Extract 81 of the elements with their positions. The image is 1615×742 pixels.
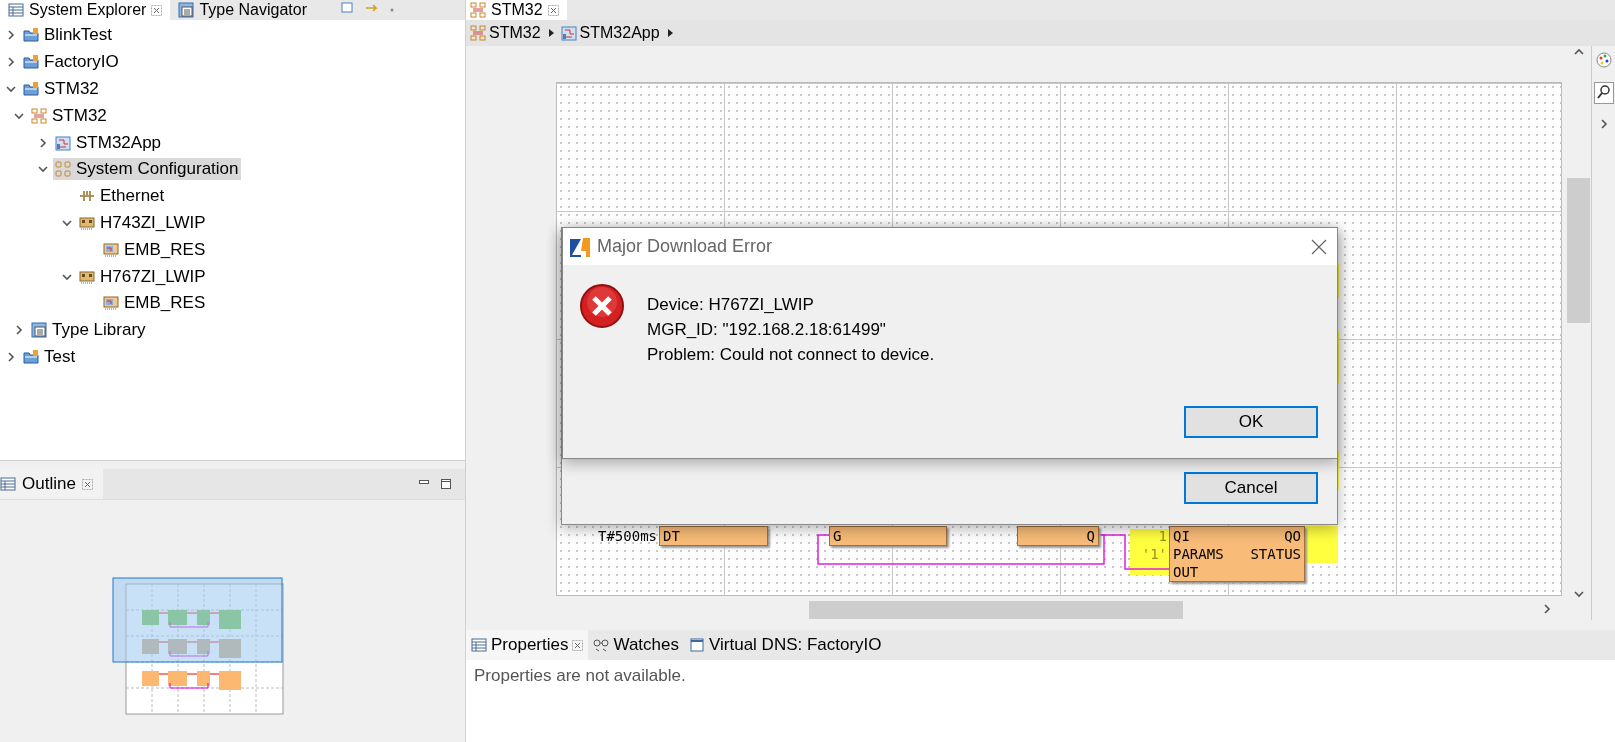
scroll-right-icon[interactable]	[1541, 603, 1553, 615]
port-label: STATUS	[1250, 545, 1301, 563]
table-icon	[471, 637, 487, 653]
view-tab[interactable]: Properties	[466, 630, 589, 660]
glasses-icon	[593, 637, 610, 653]
network-icon	[55, 161, 71, 178]
tree-item[interactable]: Test	[21, 345, 78, 368]
application-icon	[560, 25, 577, 41]
close-icon[interactable]	[81, 478, 93, 490]
highlight-marker	[1303, 526, 1338, 563]
window-icon	[689, 637, 705, 653]
breadcrumb-item[interactable]: STM32App	[560, 24, 660, 42]
close-icon[interactable]	[547, 4, 559, 16]
palette-icon[interactable]	[1595, 52, 1612, 68]
tree-item[interactable]: Type Library	[29, 319, 148, 342]
minimize-icon[interactable]	[419, 479, 429, 485]
view-tab[interactable]: Virtual DNS: FactoryIO	[684, 630, 887, 660]
tree-item[interactable]: H767ZI_LWIP	[77, 265, 208, 288]
parameter-value: 1	[1158, 527, 1167, 545]
tree-item[interactable]: FactoryIO	[21, 51, 121, 74]
dialog-button[interactable]: OK	[1184, 406, 1318, 438]
dialog-title: Major Download Error	[597, 236, 773, 257]
parameter-value: '1'	[1141, 545, 1167, 563]
chevron-down-icon[interactable]	[4, 83, 17, 95]
resource-icon	[103, 295, 119, 312]
dialog-button[interactable]: Cancel	[1184, 472, 1318, 504]
library-icon	[178, 2, 195, 18]
project-icon	[23, 348, 39, 365]
error-text: Device: H767ZI_LWIP	[647, 294, 815, 316]
view-tab[interactable]: System Explorer	[0, 0, 171, 20]
port-label: Q	[1086, 527, 1095, 545]
caret-right-icon[interactable]	[665, 28, 674, 38]
table-icon	[8, 2, 24, 18]
scrollbar-thumb[interactable]	[809, 601, 1183, 619]
port-label: G	[833, 527, 842, 545]
application-icon	[55, 134, 71, 151]
parameter-value: T#500ms	[598, 527, 657, 545]
resource-icon	[103, 241, 119, 258]
info-message: Properties are not available.	[473, 665, 687, 687]
port-label: DT	[663, 527, 680, 545]
system-icon	[470, 2, 486, 18]
tree-item[interactable]: EMB_RES	[101, 238, 208, 261]
tree-item[interactable]: System Configuration	[53, 158, 241, 181]
logo-icon	[569, 235, 591, 258]
close-icon[interactable]	[151, 4, 163, 16]
tree-item[interactable]: Ethernet	[77, 185, 167, 208]
view-tab[interactable]: Watches	[588, 630, 684, 660]
function-block[interactable]: Q	[1017, 526, 1099, 546]
project-icon	[23, 27, 39, 44]
device-icon	[79, 268, 95, 285]
error-text: Problem: Could not connect to device.	[647, 344, 935, 366]
editor-tab[interactable]: STM32	[466, 0, 567, 20]
scrollbar-thumb[interactable]	[1567, 178, 1590, 323]
tree-item[interactable]: STM32	[29, 104, 109, 127]
tree-item[interactable]: STM32App	[53, 131, 164, 154]
function-block[interactable]: G	[829, 526, 947, 546]
port-label: OUT	[1173, 563, 1199, 581]
close-icon[interactable]	[1311, 238, 1327, 255]
system-icon	[31, 107, 47, 124]
maximize-icon[interactable]	[441, 479, 451, 489]
search-icon[interactable]	[1593, 82, 1614, 104]
project-icon	[23, 81, 39, 97]
caret-right-icon[interactable]	[546, 28, 555, 38]
project-icon	[23, 54, 39, 71]
port-label: QO	[1284, 527, 1301, 545]
table-icon	[0, 476, 16, 492]
breadcrumb-item[interactable]: STM32	[470, 24, 541, 42]
error-icon	[579, 283, 625, 329]
scroll-down-icon[interactable]	[1572, 588, 1585, 600]
error-text: MGR_ID: "192.168.2.18:61499"	[647, 319, 887, 341]
library-icon	[31, 322, 47, 339]
tree-item[interactable]: BlinkTest	[21, 24, 115, 47]
device-icon	[79, 214, 95, 231]
close-icon[interactable]	[572, 639, 584, 651]
tree-item[interactable]: STM32	[21, 78, 101, 100]
tree-item[interactable]: H743ZI_LWIP	[77, 211, 208, 234]
tree-item[interactable]: EMB_RES	[101, 292, 208, 315]
system-icon	[470, 25, 486, 41]
port-label: QI	[1173, 527, 1190, 545]
port-label: PARAMS	[1173, 545, 1224, 563]
diagram-thumbnail[interactable]	[111, 577, 284, 715]
